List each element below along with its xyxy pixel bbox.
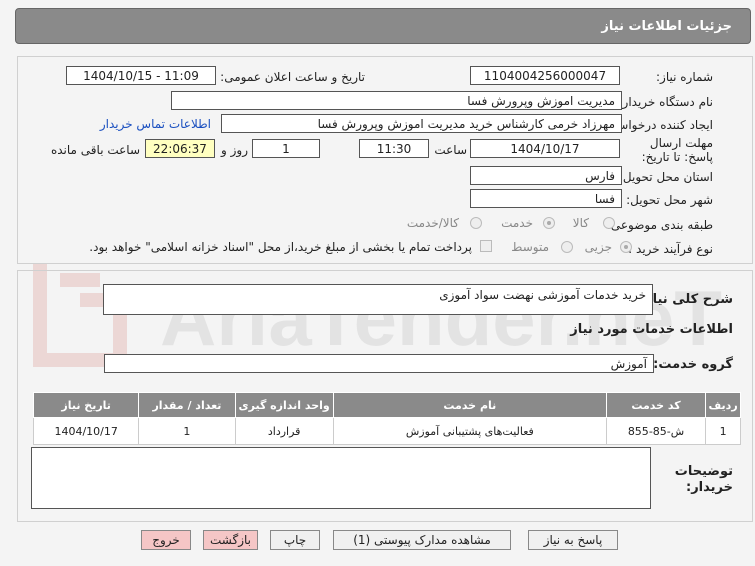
category-label: طبقه بندی موضوعی: [606, 218, 713, 232]
city-label: شهر محل تحویل: [626, 193, 713, 207]
deadline-time-field: 11:30 [359, 139, 429, 158]
category-option-service: خدمت [501, 216, 533, 230]
cell-unit: قرارداد [234, 417, 334, 445]
deadline-date-field: 1404/10/17 [470, 139, 620, 158]
print-button[interactable]: چاپ [270, 530, 320, 550]
back-button[interactable]: بازگشت [203, 530, 258, 550]
page-header: جزئیات اطلاعات نیاز [15, 8, 751, 44]
service-group-field: آموزش [104, 354, 654, 373]
cell-quantity: 1 [138, 417, 236, 445]
col-service-code: کد خدمت [605, 392, 707, 418]
col-quantity: تعداد / مقدار [138, 392, 236, 418]
process-option-medium: متوسط [511, 240, 549, 254]
treasury-payment-note: پرداخت تمام یا بخشی از مبلغ خرید،از محل … [89, 240, 472, 254]
province-label: استان محل تحویل: [618, 170, 713, 184]
services-table: ردیف کد خدمت نام خدمت واحد اندازه گیری ت… [32, 392, 741, 445]
buyer-notes-label: توضیحات خریدار: [674, 464, 733, 495]
col-service-name: نام خدمت [332, 392, 607, 418]
deadline-time-label: ساعت [434, 143, 467, 157]
process-radio-medium[interactable] [561, 241, 573, 253]
cell-row: 1 [705, 417, 741, 445]
process-label: نوع فرآیند خرید : [628, 242, 713, 256]
contact-buyer-link[interactable]: اطلاعات تماس خریدار [100, 117, 211, 131]
col-need-date: تاریخ نیاز [32, 392, 140, 418]
cell-need-date: 1404/10/17 [32, 417, 140, 445]
remaining-time-field: 22:06:37 [145, 139, 215, 158]
col-unit: واحد اندازه گیری [234, 392, 334, 418]
need-number-label: شماره نیاز: [656, 70, 713, 84]
category-option-goods: کالا [572, 216, 589, 230]
need-number-field: 1104004256000047 [470, 66, 620, 85]
summary-label: شرح کلی نیاز: [639, 292, 733, 307]
creator-field: مهرزاد خرمی کارشناس خرید مدیریت اموزش وپ… [221, 114, 622, 133]
category-radio-goods[interactable] [603, 217, 615, 229]
cell-service-name: فعالیت‌های پشتیبانی آموزش [332, 417, 607, 445]
process-radio-minor[interactable] [620, 241, 632, 253]
view-attachments-button[interactable]: مشاهده مدارک پیوستی (1) [333, 530, 511, 550]
days-label: روز و [221, 143, 248, 157]
city-field: فسا [470, 189, 622, 208]
summary-field: خرید خدمات آموزشی نهضت سواد آموزی [103, 284, 653, 315]
category-radio-service[interactable] [543, 217, 555, 229]
buyer-org-label: نام دستگاه خریدار: [618, 95, 714, 109]
category-option-goods-service: کالا/خدمت [406, 216, 459, 230]
col-row: ردیف [705, 392, 741, 418]
services-table-header: ردیف کد خدمت نام خدمت واحد اندازه گیری ت… [32, 392, 741, 418]
buyer-org-field: مدیریت اموزش وپرورش فسا [171, 91, 622, 110]
exit-button[interactable]: خروج [141, 530, 191, 550]
buyer-notes-field [31, 447, 651, 509]
treasury-payment-checkbox[interactable] [480, 240, 492, 252]
remaining-label: ساعت باقی مانده [50, 143, 140, 157]
table-row: 1 ش-85-855 فعالیت‌های پشتیبانی آموزش قرا… [32, 417, 741, 445]
days-field: 1 [252, 139, 320, 158]
services-heading: اطلاعات خدمات مورد نیاز [570, 322, 733, 337]
category-radio-goods-service[interactable] [470, 217, 482, 229]
announce-field: 1404/10/15 - 11:09 [66, 66, 216, 85]
cell-service-code: ش-85-855 [605, 417, 707, 445]
page-title: جزئیات اطلاعات نیاز [601, 19, 732, 34]
announce-label: تاریخ و ساعت اعلان عمومی: [220, 70, 365, 84]
deadline-label: مهلت ارسال پاسخ: تا تاریخ: [641, 136, 713, 164]
process-option-minor: جزیی [584, 240, 612, 254]
service-group-label: گروه خدمت: [653, 357, 733, 372]
reply-button[interactable]: پاسخ به نیاز [528, 530, 618, 550]
province-field: فارس [470, 166, 622, 185]
